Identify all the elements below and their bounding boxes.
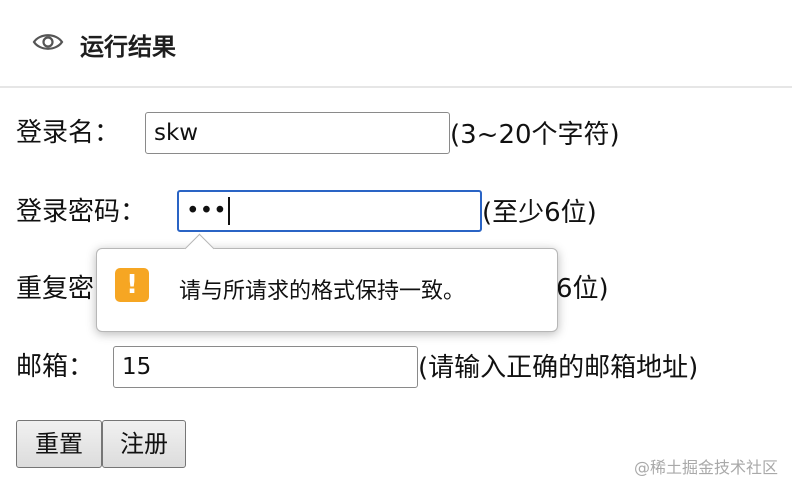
login-name-input[interactable]: skw bbox=[145, 112, 450, 154]
tooltip-arrow bbox=[184, 233, 215, 264]
email-value: 15 bbox=[122, 354, 152, 380]
password-value: ••• bbox=[186, 198, 227, 224]
repeat-password-label: 重复密 bbox=[16, 274, 95, 304]
register-button[interactable]: 注册 bbox=[102, 420, 186, 468]
text-caret bbox=[227, 197, 230, 225]
email-hint: (请输入正确的邮箱地址) bbox=[418, 353, 699, 383]
eye-icon bbox=[32, 34, 64, 50]
watermark: @稀土掘金技术社区 bbox=[633, 458, 778, 477]
repeat-password-hint: 6位) bbox=[556, 274, 609, 304]
email-input[interactable]: 15 bbox=[113, 346, 418, 388]
warning-icon: ! bbox=[115, 268, 149, 302]
password-input[interactable]: ••• bbox=[177, 190, 482, 232]
validation-tooltip: ! 请与所请求的格式保持一致。 bbox=[96, 233, 558, 332]
email-label: 邮箱： bbox=[16, 352, 95, 382]
reset-button[interactable]: 重置 bbox=[16, 420, 102, 468]
login-name-label: 登录名： bbox=[16, 118, 121, 148]
panel-title: 运行结果 bbox=[80, 33, 176, 61]
validation-message: 请与所请求的格式保持一致。 bbox=[179, 279, 466, 304]
password-label: 登录密码： bbox=[16, 197, 147, 227]
panel-header: 运行结果 bbox=[0, 0, 792, 88]
login-name-value: skw bbox=[154, 120, 199, 146]
password-hint: (至少6位) bbox=[482, 198, 597, 228]
login-name-hint: (3~20个字符) bbox=[450, 120, 620, 150]
